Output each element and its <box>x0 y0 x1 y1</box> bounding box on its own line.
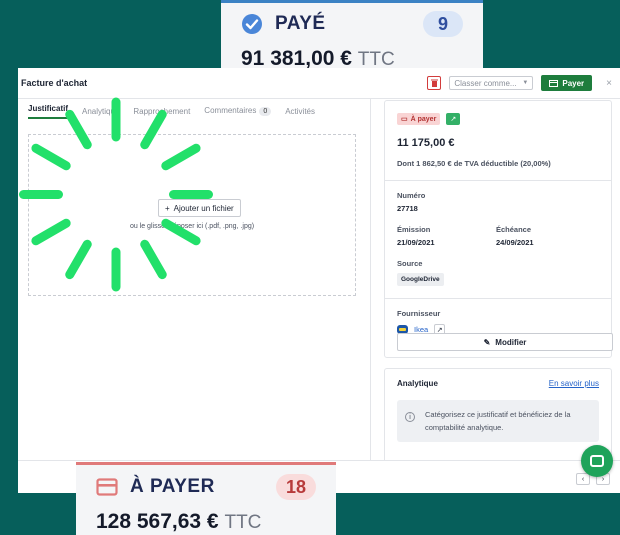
paid-count-badge: 9 <box>423 11 463 37</box>
pencil-icon: ✎ <box>483 337 491 347</box>
close-icon[interactable]: × <box>606 78 612 89</box>
delete-button[interactable] <box>427 76 442 90</box>
topay-amount-value: 128 567,63 € <box>96 510 219 533</box>
due-date-label: Échéance <box>496 225 532 234</box>
comments-count-badge: 0 <box>259 107 272 116</box>
paid-summary-card: PAYÉ 9 91 381,00 € TTC <box>221 0 483 76</box>
source-label: Source <box>397 259 423 268</box>
analytics-hint-box: i Catégorisez ce justificatif et bénéfic… <box>397 400 599 442</box>
paid-amount-suffix: TTC <box>357 49 395 70</box>
spinner-spoke <box>111 97 121 141</box>
column-divider <box>370 98 371 492</box>
topay-amount-suffix: TTC <box>224 512 262 533</box>
topay-summary-card: À PAYER 18 128 567,63 € TTC <box>76 462 336 535</box>
tab-commentaires[interactable]: Commentaires 0 <box>204 106 272 116</box>
info-icon: i <box>405 412 415 422</box>
status-badge[interactable]: ▭ À payer <box>397 113 441 125</box>
supplier-label: Fournisseur <box>397 309 441 318</box>
issue-date-value: 21/09/2021 <box>397 238 435 247</box>
file-dropzone[interactable]: + Ajouter un fichier ou le glisser/dépos… <box>28 134 356 296</box>
invoice-sidebar: ▭ À payer ↗ 11 175,00 € Dont 1 862,50 € … <box>384 100 613 488</box>
paid-status-label: PAYÉ <box>275 13 326 34</box>
panel-title: Facture d'achat <box>21 78 88 88</box>
spinner-spoke <box>111 247 121 291</box>
learn-more-link[interactable]: En savoir plus <box>549 379 599 388</box>
number-label: Numéro <box>397 191 426 200</box>
classify-placeholder: Classer comme... <box>454 78 517 88</box>
pay-button-label: Payer <box>562 78 585 88</box>
card-icon: ▭ <box>401 116 408 123</box>
spinner-spoke <box>19 189 63 199</box>
issue-date-label: Émission <box>397 225 431 234</box>
pay-button[interactable]: Payer <box>541 75 593 91</box>
modify-button-label: Modifier <box>495 337 527 347</box>
tab-justificatif[interactable]: Justificatif <box>28 104 69 119</box>
due-date-value: 24/09/2021 <box>496 238 534 247</box>
panel-header: Facture d'achat Classer comme... ▼ Payer… <box>18 68 620 99</box>
divider <box>385 180 611 181</box>
invoice-details-card: ▭ À payer ↗ 11 175,00 € Dont 1 862,50 € … <box>384 100 613 358</box>
card-icon <box>96 478 118 496</box>
modify-button[interactable]: ✎ Modifier <box>397 333 613 351</box>
check-circle-icon <box>242 14 262 34</box>
add-file-label: Ajouter un fichier <box>173 203 234 213</box>
mark-paid-icon[interactable]: ↗ <box>446 113 461 125</box>
status-badge-label: À payer <box>410 115 437 123</box>
tab-activites[interactable]: Activités <box>285 107 315 116</box>
vat-detail: Dont 1 862,50 € de TVA déductible (20,00… <box>397 159 551 168</box>
paid-amount-value: 91 381,00 € <box>241 47 352 70</box>
topay-count-badge: 18 <box>276 474 316 500</box>
analytics-hint: Catégorisez ce justificatif et bénéficie… <box>425 410 571 432</box>
tab-commentaires-label: Commentaires <box>204 106 257 115</box>
purchase-invoice-panel: Facture d'achat Classer comme... ▼ Payer… <box>18 68 620 493</box>
divider <box>385 298 611 299</box>
topay-amount: 128 567,63 € TTC <box>96 510 316 534</box>
number-value: 27718 <box>397 204 418 213</box>
classify-select[interactable]: Classer comme... ▼ <box>449 76 534 90</box>
source-tag: GoogleDrive <box>397 273 444 286</box>
trash-icon <box>430 79 438 87</box>
previous-arrow-icon[interactable]: ‹ <box>576 473 590 485</box>
card-icon <box>549 79 559 87</box>
chat-icon <box>590 455 604 467</box>
analytics-title: Analytique <box>397 379 438 388</box>
add-file-button[interactable]: + Ajouter un fichier <box>158 199 241 217</box>
plus-icon: + <box>165 203 170 213</box>
chevron-down-icon: ▼ <box>522 80 529 86</box>
chat-support-button[interactable] <box>581 445 613 477</box>
spinner-spoke <box>169 189 213 199</box>
invoice-amount: 11 175,00 € <box>397 137 455 149</box>
topay-status-label: À PAYER <box>130 476 215 497</box>
drop-hint: ou le glisser/déposer ici (.pdf, .png, .… <box>129 223 255 230</box>
